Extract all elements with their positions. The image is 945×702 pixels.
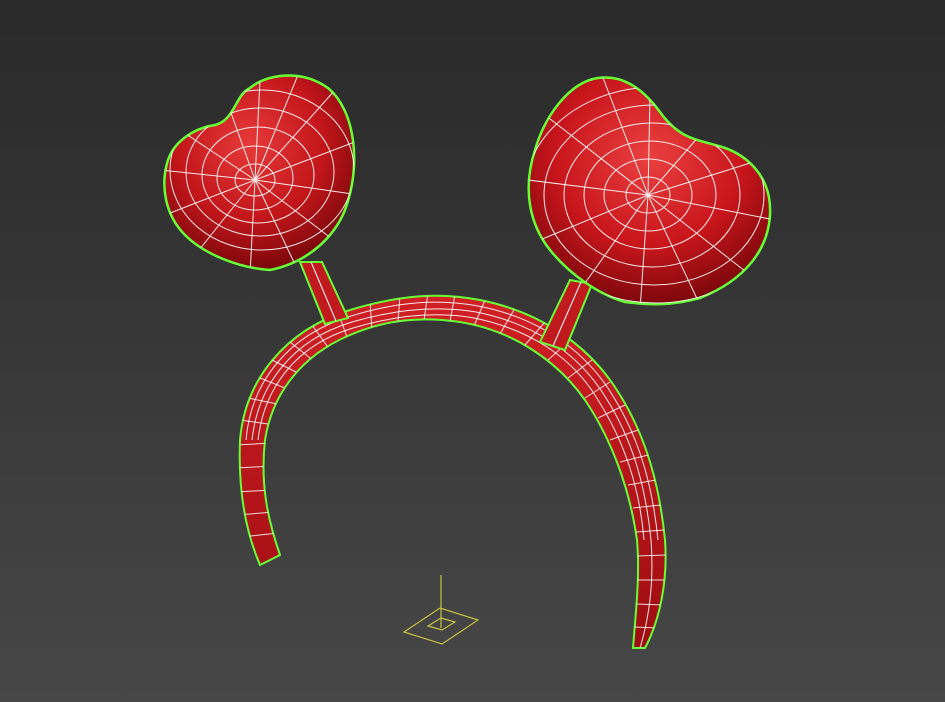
right-stem[interactable] bbox=[538, 278, 594, 352]
right-heart[interactable] bbox=[524, 70, 788, 310]
headband-band[interactable] bbox=[235, 293, 667, 649]
left-heart[interactable] bbox=[160, 70, 360, 275]
viewport-canvas[interactable] bbox=[0, 0, 945, 702]
pivot-gizmo-icon[interactable] bbox=[402, 575, 480, 645]
left-stem[interactable] bbox=[298, 261, 350, 326]
3d-viewport[interactable] bbox=[0, 0, 945, 702]
